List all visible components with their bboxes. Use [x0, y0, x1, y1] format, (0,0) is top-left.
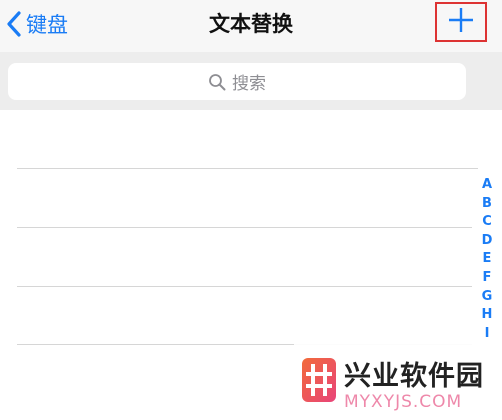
watermark-url: MYXYJS.COM — [344, 392, 463, 412]
index-letter[interactable]: C — [482, 213, 492, 232]
index-letter[interactable]: G — [482, 288, 493, 307]
list-item[interactable] — [0, 169, 472, 228]
search-bar: 搜索 — [0, 52, 502, 110]
search-placeholder: 搜索 — [232, 74, 266, 94]
watermark: 兴业软件园 MYXYJS.COM — [294, 340, 502, 420]
list-item[interactable] — [0, 286, 472, 345]
page-title: 文本替换 — [209, 12, 293, 36]
add-button[interactable] — [435, 2, 487, 42]
navigation-bar: 键盘 文本替换 — [0, 0, 502, 52]
list-item[interactable] — [0, 228, 472, 287]
plus-icon — [448, 7, 474, 37]
index-letter[interactable]: D — [482, 232, 493, 251]
watermark-logo-icon — [302, 352, 336, 408]
index-letter[interactable]: F — [483, 269, 492, 288]
watermark-name: 兴业软件园 — [344, 361, 484, 392]
search-icon — [208, 73, 226, 91]
section-index[interactable]: A B C D E F G H I — [478, 176, 496, 343]
index-letter[interactable]: E — [483, 250, 492, 269]
index-letter[interactable]: H — [482, 306, 493, 325]
list-item[interactable] — [0, 110, 478, 169]
index-letter[interactable]: B — [482, 195, 492, 214]
index-letter[interactable]: A — [482, 176, 492, 195]
search-input[interactable]: 搜索 — [8, 63, 466, 100]
